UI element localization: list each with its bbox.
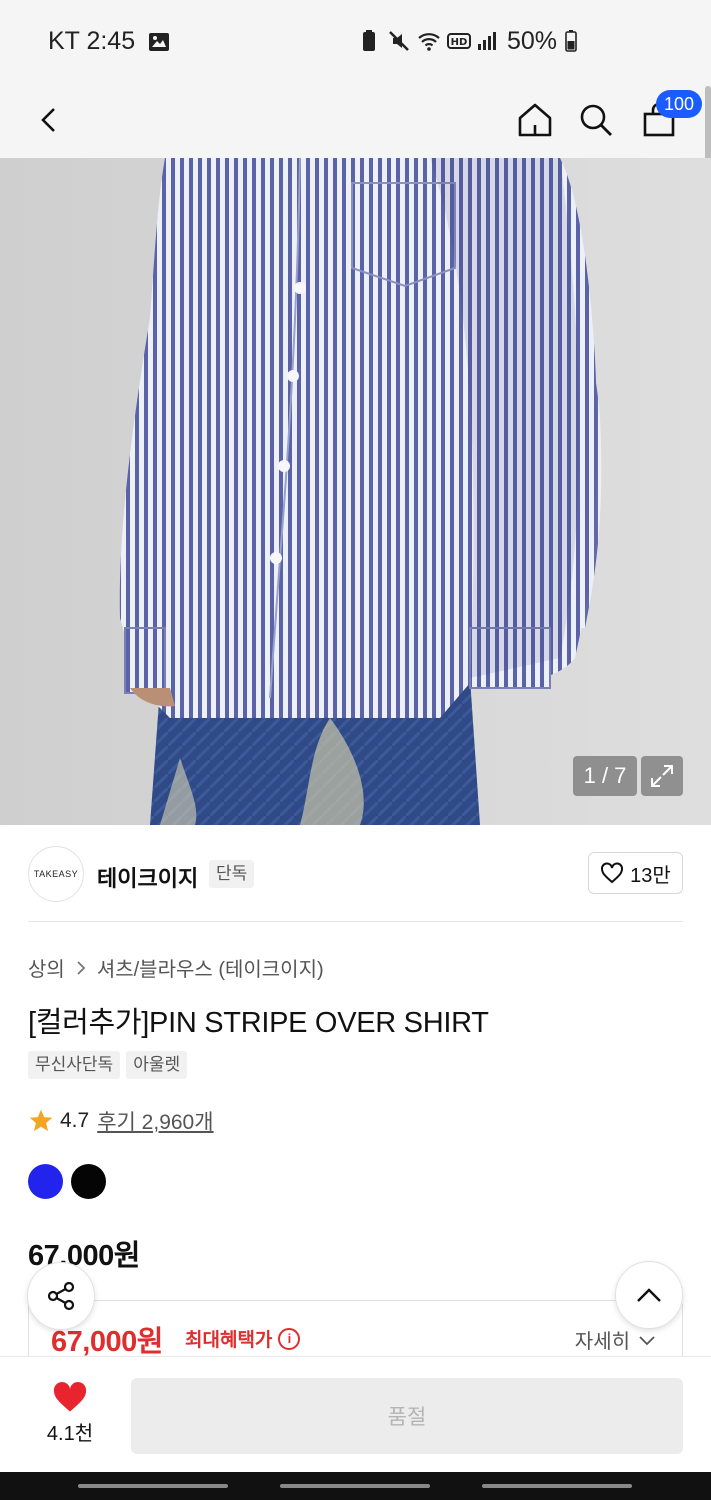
product-like-button[interactable]: 4.1천 [30,1381,110,1446]
gallery-notification-icon [149,32,170,51]
home-icon [518,103,552,137]
chevron-up-icon [637,1288,661,1302]
benefit-label-text: 최대혜택가 [185,1330,273,1351]
color-swatch-black[interactable] [71,1164,106,1199]
detail-label: 자세히 [574,1331,630,1353]
heart-filled-icon [53,1382,87,1412]
rating-score: 4.7 [60,1109,90,1132]
status-bar: KT 2:45 HD 50% [0,0,711,84]
product-like-count: 4.1천 [46,1423,94,1445]
brand-logo[interactable]: TAKEASY [28,846,84,902]
battery-saver-icon [363,30,375,51]
brand-exclusive-tag: 단독 [209,860,255,888]
system-nav-bar [0,1472,711,1500]
product-image-gallery[interactable] [0,158,711,825]
top-nav [0,84,711,158]
brand-name[interactable]: 테이크이지 [97,861,198,893]
hd-call-icon: HD [447,33,471,49]
breadcrumb: 상의 셔츠/블라우스 (테이크이지) [28,953,324,982]
color-swatch-blue[interactable] [28,1164,63,1199]
image-pager: 1 / 7 [573,756,637,796]
cart-count-badge: 100 [656,90,702,118]
back-button[interactable] [22,92,78,148]
search-button[interactable] [568,92,624,148]
share-icon [47,1281,75,1311]
divider [28,921,683,922]
expand-image-button[interactable] [641,756,683,796]
brand-like-button[interactable]: 13만 [588,852,683,894]
nav-home-hint[interactable] [280,1484,430,1488]
nav-back-hint[interactable] [482,1484,632,1488]
battery-icon [565,30,577,52]
home-button[interactable] [507,92,563,148]
benefit-label: 최대혜택가 i [185,1325,301,1352]
sold-out-button[interactable]: 품절 [131,1378,683,1454]
wifi-icon [418,33,440,51]
status-time: KT 2:45 [48,27,136,55]
info-icon[interactable]: i [278,1327,301,1350]
brand-logo-text: TAKEASY [33,869,79,879]
product-tags: 무신사단독 아울렛 [28,1051,188,1079]
status-left: KT 2:45 [48,27,171,56]
brand-like-count: 13만 [630,864,671,887]
product-title: [컬러추가]PIN STRIPE OVER SHIRT [28,1007,489,1039]
svg-text:HD: HD [451,37,468,48]
nav-recent-hint[interactable] [78,1484,228,1488]
chevron-right-icon [77,960,86,975]
brand-row: TAKEASY 테이크이지 단독 13만 [28,845,683,903]
signal-icon [478,32,496,50]
search-icon [580,104,612,136]
breadcrumb-subcategory[interactable]: 셔츠/블라우스 (테이크이지) [97,953,324,982]
benefit-detail-toggle[interactable]: 자세히 [575,1325,656,1354]
color-swatches [28,1164,106,1199]
bottom-action-bar: 4.1천 품절 [0,1356,711,1472]
product-tag: 아울렛 [126,1051,188,1079]
star-icon [29,1109,53,1132]
share-button[interactable] [27,1262,95,1330]
product-tag: 무신사단독 [28,1051,121,1079]
scroll-top-button[interactable] [615,1261,683,1329]
mute-icon [389,31,409,51]
battery-percent: 50% [507,27,558,55]
heart-outline-icon [601,862,624,884]
chevron-down-icon [639,1335,655,1345]
rating-row: 4.7 후기 2,960개 [28,1106,214,1136]
max-benefit-box[interactable]: 67,000원 최대혜택가 i 자세히 [28,1300,683,1360]
reviews-link[interactable]: 후기 2,960개 [97,1106,213,1136]
breadcrumb-category[interactable]: 상의 [28,953,65,982]
chevron-left-icon [41,108,55,132]
product-photo [0,158,711,825]
expand-icon [651,765,673,787]
